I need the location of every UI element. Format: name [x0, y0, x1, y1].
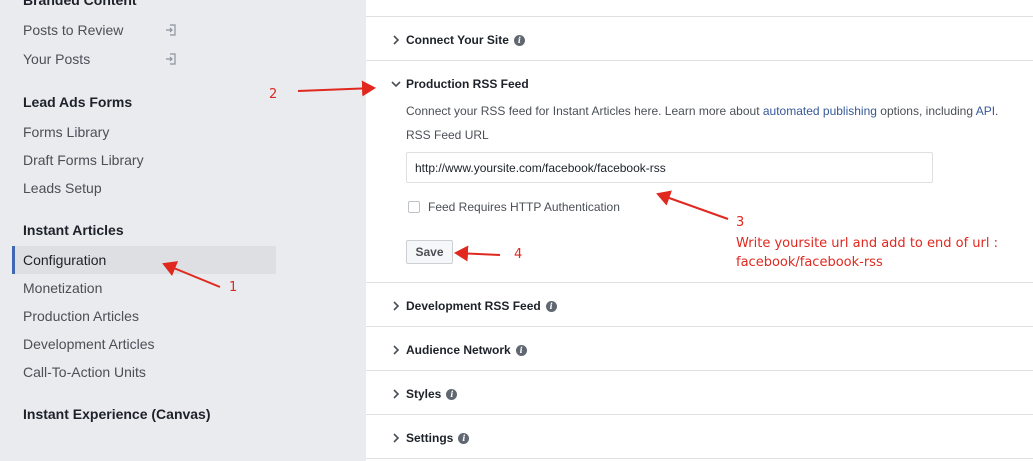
- description-text: Connect your RSS feed for Instant Articl…: [406, 104, 763, 118]
- rss-feed-url-label: RSS Feed URL: [406, 128, 489, 142]
- sidebar-item-posts-to-review[interactable]: Posts to Review: [12, 16, 276, 44]
- chevron-right-icon: [393, 433, 400, 443]
- sidebar-item-configuration[interactable]: Configuration: [12, 246, 276, 274]
- section-title: Production RSS Feed: [406, 77, 529, 91]
- external-link-icon: [166, 24, 176, 36]
- http-auth-checkbox[interactable]: [408, 201, 420, 213]
- description-text: options, including: [876, 104, 976, 118]
- chevron-right-icon: [393, 389, 400, 399]
- divider: [366, 326, 1033, 327]
- sidebar-item-call-to-action-units[interactable]: Call-To-Action Units: [12, 358, 276, 386]
- sidebar-item-label: Your Posts: [23, 51, 91, 67]
- automated-publishing-link[interactable]: automated publishing: [763, 104, 877, 118]
- sidebar-item-forms-library[interactable]: Forms Library: [12, 118, 276, 146]
- sidebar-heading-instant-articles: Instant Articles: [23, 222, 124, 238]
- divider: [366, 414, 1033, 415]
- section-connect-your-site[interactable]: Connect Your Site i: [390, 30, 525, 50]
- section-title: Development RSS Feed: [406, 299, 541, 313]
- annotation-number-2: 2: [269, 87, 278, 102]
- sidebar-heading-branded-content: Branded Content: [23, 0, 137, 8]
- info-icon: i: [513, 34, 525, 46]
- info-icon: i: [515, 344, 527, 356]
- sidebar-heading-lead-ads-forms: Lead Ads Forms: [23, 94, 133, 110]
- sidebar-item-development-articles[interactable]: Development Articles: [12, 330, 276, 358]
- sidebar-item-draft-forms-library[interactable]: Draft Forms Library: [12, 146, 276, 174]
- save-button[interactable]: Save: [406, 240, 453, 264]
- annotation-note-line-1: Write yoursite url and add to end of url…: [736, 236, 998, 251]
- sidebar-heading-instant-experience: Instant Experience (Canvas): [23, 406, 211, 422]
- info-icon: i: [446, 388, 458, 400]
- production-feed-description: Connect your RSS feed for Instant Articl…: [406, 104, 998, 118]
- sidebar-item-production-articles[interactable]: Production Articles: [12, 302, 276, 330]
- http-auth-label: Feed Requires HTTP Authentication: [428, 200, 620, 214]
- divider: [366, 60, 1033, 61]
- description-text: .: [995, 104, 999, 118]
- annotation-note: Write yoursite url and add to end of url…: [736, 234, 998, 272]
- divider: [366, 16, 1033, 17]
- section-development-rss-feed[interactable]: Development RSS Feed i: [390, 296, 557, 316]
- section-styles[interactable]: Styles i: [390, 384, 458, 404]
- annotation-number-3: 3: [736, 215, 745, 230]
- chevron-right-icon: [393, 345, 400, 355]
- section-title: Connect Your Site: [406, 33, 509, 47]
- sidebar-item-label: Posts to Review: [23, 22, 124, 38]
- divider: [366, 370, 1033, 371]
- divider: [366, 458, 1033, 459]
- info-icon: i: [545, 300, 557, 312]
- annotation-number-1: 1: [229, 280, 238, 295]
- section-audience-network[interactable]: Audience Network i: [390, 340, 527, 360]
- divider: [366, 282, 1033, 283]
- chevron-down-icon: [391, 81, 401, 88]
- main-panel: Connect Your Site i Production RSS Feed …: [366, 0, 1033, 461]
- sidebar-item-your-posts[interactable]: Your Posts: [12, 45, 276, 73]
- sidebar-item-leads-setup[interactable]: Leads Setup: [12, 174, 276, 202]
- chevron-right-icon: [393, 301, 400, 311]
- api-link[interactable]: API: [976, 104, 995, 118]
- section-title: Styles: [406, 387, 442, 401]
- annotation-number-4: 4: [514, 247, 523, 262]
- annotation-note-line-2: facebook/facebook-rss: [736, 255, 883, 270]
- chevron-right-icon: [393, 35, 400, 45]
- sidebar: Branded Content Posts to Review Your Pos…: [0, 0, 366, 461]
- section-settings[interactable]: Settings i: [390, 428, 470, 448]
- section-production-rss-feed[interactable]: Production RSS Feed: [390, 74, 529, 94]
- external-link-icon: [166, 53, 176, 65]
- section-title: Audience Network: [406, 343, 511, 357]
- rss-feed-url-input[interactable]: [406, 152, 933, 183]
- section-title: Settings: [406, 431, 454, 445]
- info-icon: i: [458, 432, 470, 444]
